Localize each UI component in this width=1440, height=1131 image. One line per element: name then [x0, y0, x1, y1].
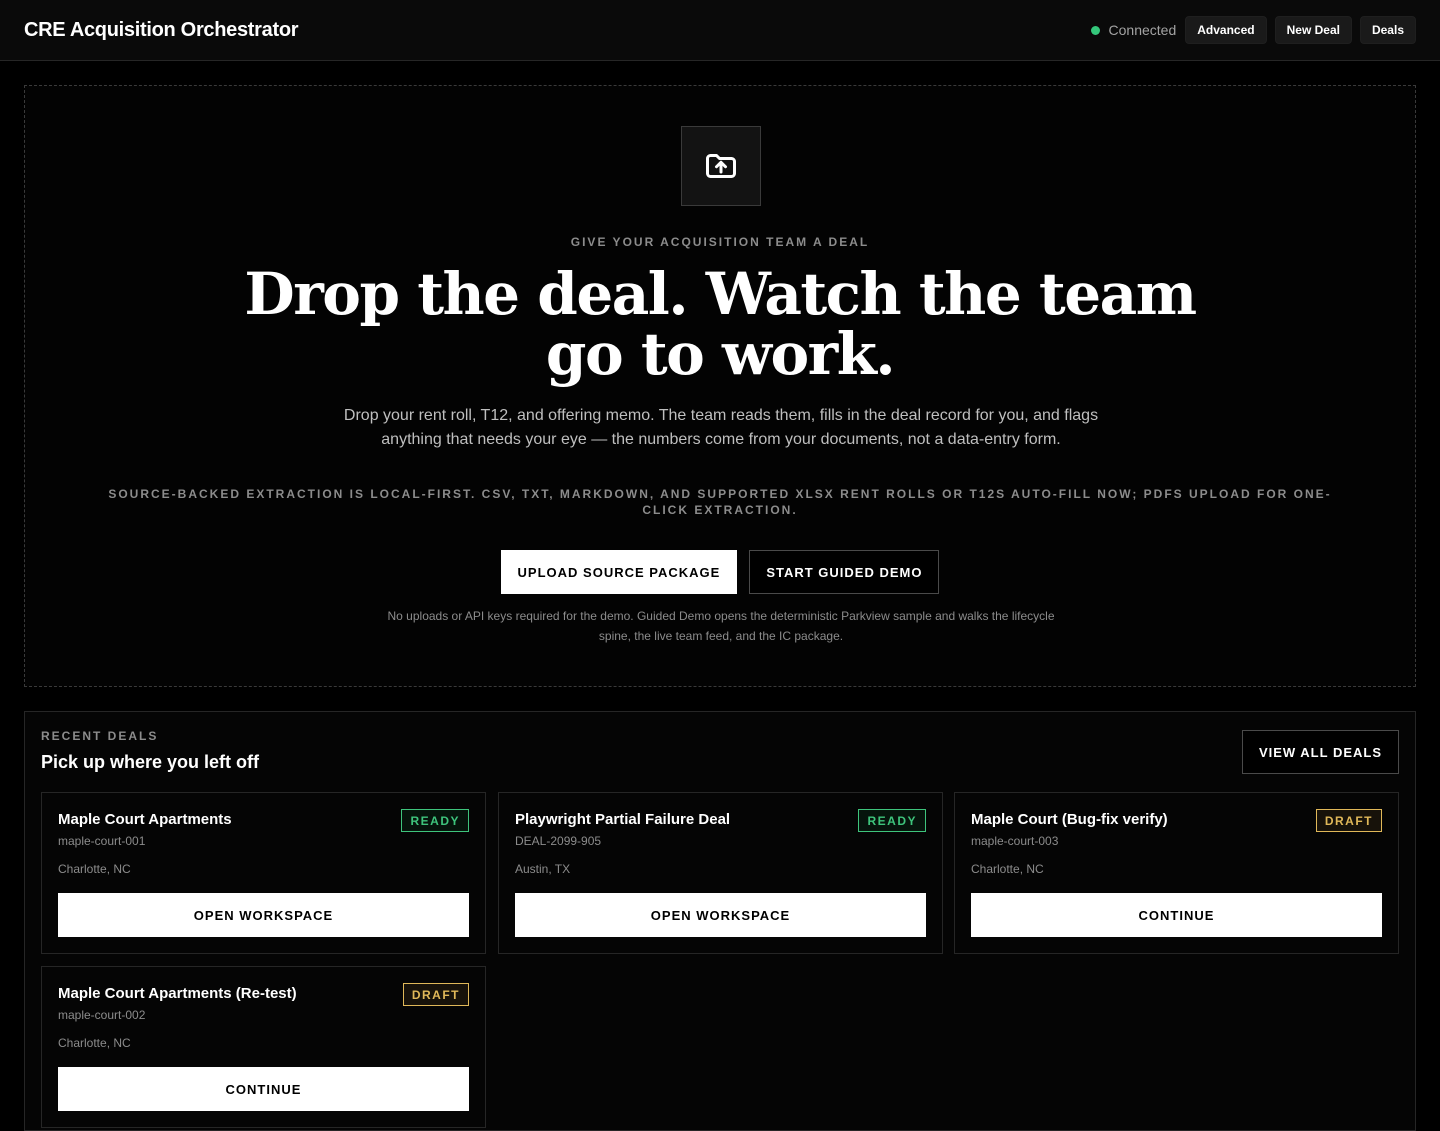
hero-actions: UPLOAD SOURCE PACKAGE START GUIDED DEMO	[25, 550, 1415, 594]
status-dot-icon	[1090, 25, 1100, 35]
deal-id: maple-court-003	[971, 834, 1059, 848]
deal-id: maple-court-002	[58, 1008, 146, 1022]
open-workspace-button[interactable]: OPEN WORKSPACE	[58, 893, 469, 937]
deal-name: Maple Court (Bug-fix verify)	[971, 811, 1168, 828]
connection-status: Connected	[1090, 22, 1177, 38]
deal-name: Maple Court Apartments (Re-test)	[58, 985, 297, 1002]
advanced-button[interactable]: Advanced	[1185, 16, 1267, 44]
deal-location: Austin, TX	[515, 862, 571, 876]
status-label: Connected	[1108, 22, 1177, 38]
status-badge: DRAFT	[402, 983, 469, 1006]
continue-button[interactable]: CONTINUE	[971, 893, 1382, 937]
continue-button[interactable]: CONTINUE	[58, 1067, 469, 1111]
recent-deals-title: Pick up where you left off	[41, 752, 260, 772]
deal-card: Maple Court (Bug-fix verify) DRAFT maple…	[954, 792, 1399, 954]
hero-description: Drop your rent roll, T12, and offering m…	[343, 407, 1099, 448]
demo-note: No uploads or API keys required for the …	[387, 609, 1055, 643]
upload-dropzone[interactable]: GIVE YOUR ACQUISITION TEAM A DEAL Drop t…	[24, 85, 1416, 687]
deal-id: DEAL-2099-905	[515, 834, 602, 848]
open-workspace-button[interactable]: OPEN WORKSPACE	[515, 893, 926, 937]
deal-name: Maple Court Apartments	[58, 811, 232, 828]
deals-button[interactable]: Deals	[1359, 16, 1416, 44]
app-title: CRE Acquisition Orchestrator	[24, 18, 299, 41]
deal-card: Maple Court Apartments READY maple-court…	[41, 792, 486, 954]
start-guided-demo-button[interactable]: START GUIDED DEMO	[749, 550, 940, 594]
top-bar: CRE Acquisition Orchestrator Connected A…	[0, 0, 1440, 61]
deal-card: Playwright Partial Failure Deal READY DE…	[498, 792, 943, 954]
deal-location: Charlotte, NC	[58, 862, 131, 876]
upload-source-package-button[interactable]: UPLOAD SOURCE PACKAGE	[500, 550, 738, 594]
hero-headline: Drop the deal. Watch the team go to work…	[25, 264, 1415, 384]
deal-location: Charlotte, NC	[971, 862, 1044, 876]
deal-location: Charlotte, NC	[58, 1036, 131, 1050]
extraction-note: SOURCE-BACKED EXTRACTION IS LOCAL-FIRST.…	[108, 487, 1332, 517]
view-all-deals-button[interactable]: VIEW ALL DEALS	[1241, 730, 1399, 774]
top-nav: Connected Advanced New Deal Deals	[1090, 16, 1416, 44]
status-badge: READY	[401, 809, 469, 832]
hero-eyebrow: GIVE YOUR ACQUISITION TEAM A DEAL	[570, 235, 870, 249]
recent-deals-panel: RECENT DEALS Pick up where you left off …	[24, 711, 1416, 1131]
new-deal-button[interactable]: New Deal	[1274, 16, 1352, 44]
status-badge: READY	[858, 809, 926, 832]
deal-card: Maple Court Apartments (Re-test) DRAFT m…	[41, 966, 486, 1128]
status-badge: DRAFT	[1315, 809, 1382, 832]
recent-deals-eyebrow: RECENT DEALS	[41, 729, 159, 743]
headline-line-1: Drop the deal. Watch the team	[244, 260, 1197, 328]
folder-upload-icon[interactable]	[681, 126, 761, 206]
deal-name: Playwright Partial Failure Deal	[515, 811, 731, 828]
deal-id: maple-court-001	[58, 834, 146, 848]
headline-line-2: go to work.	[545, 320, 896, 388]
